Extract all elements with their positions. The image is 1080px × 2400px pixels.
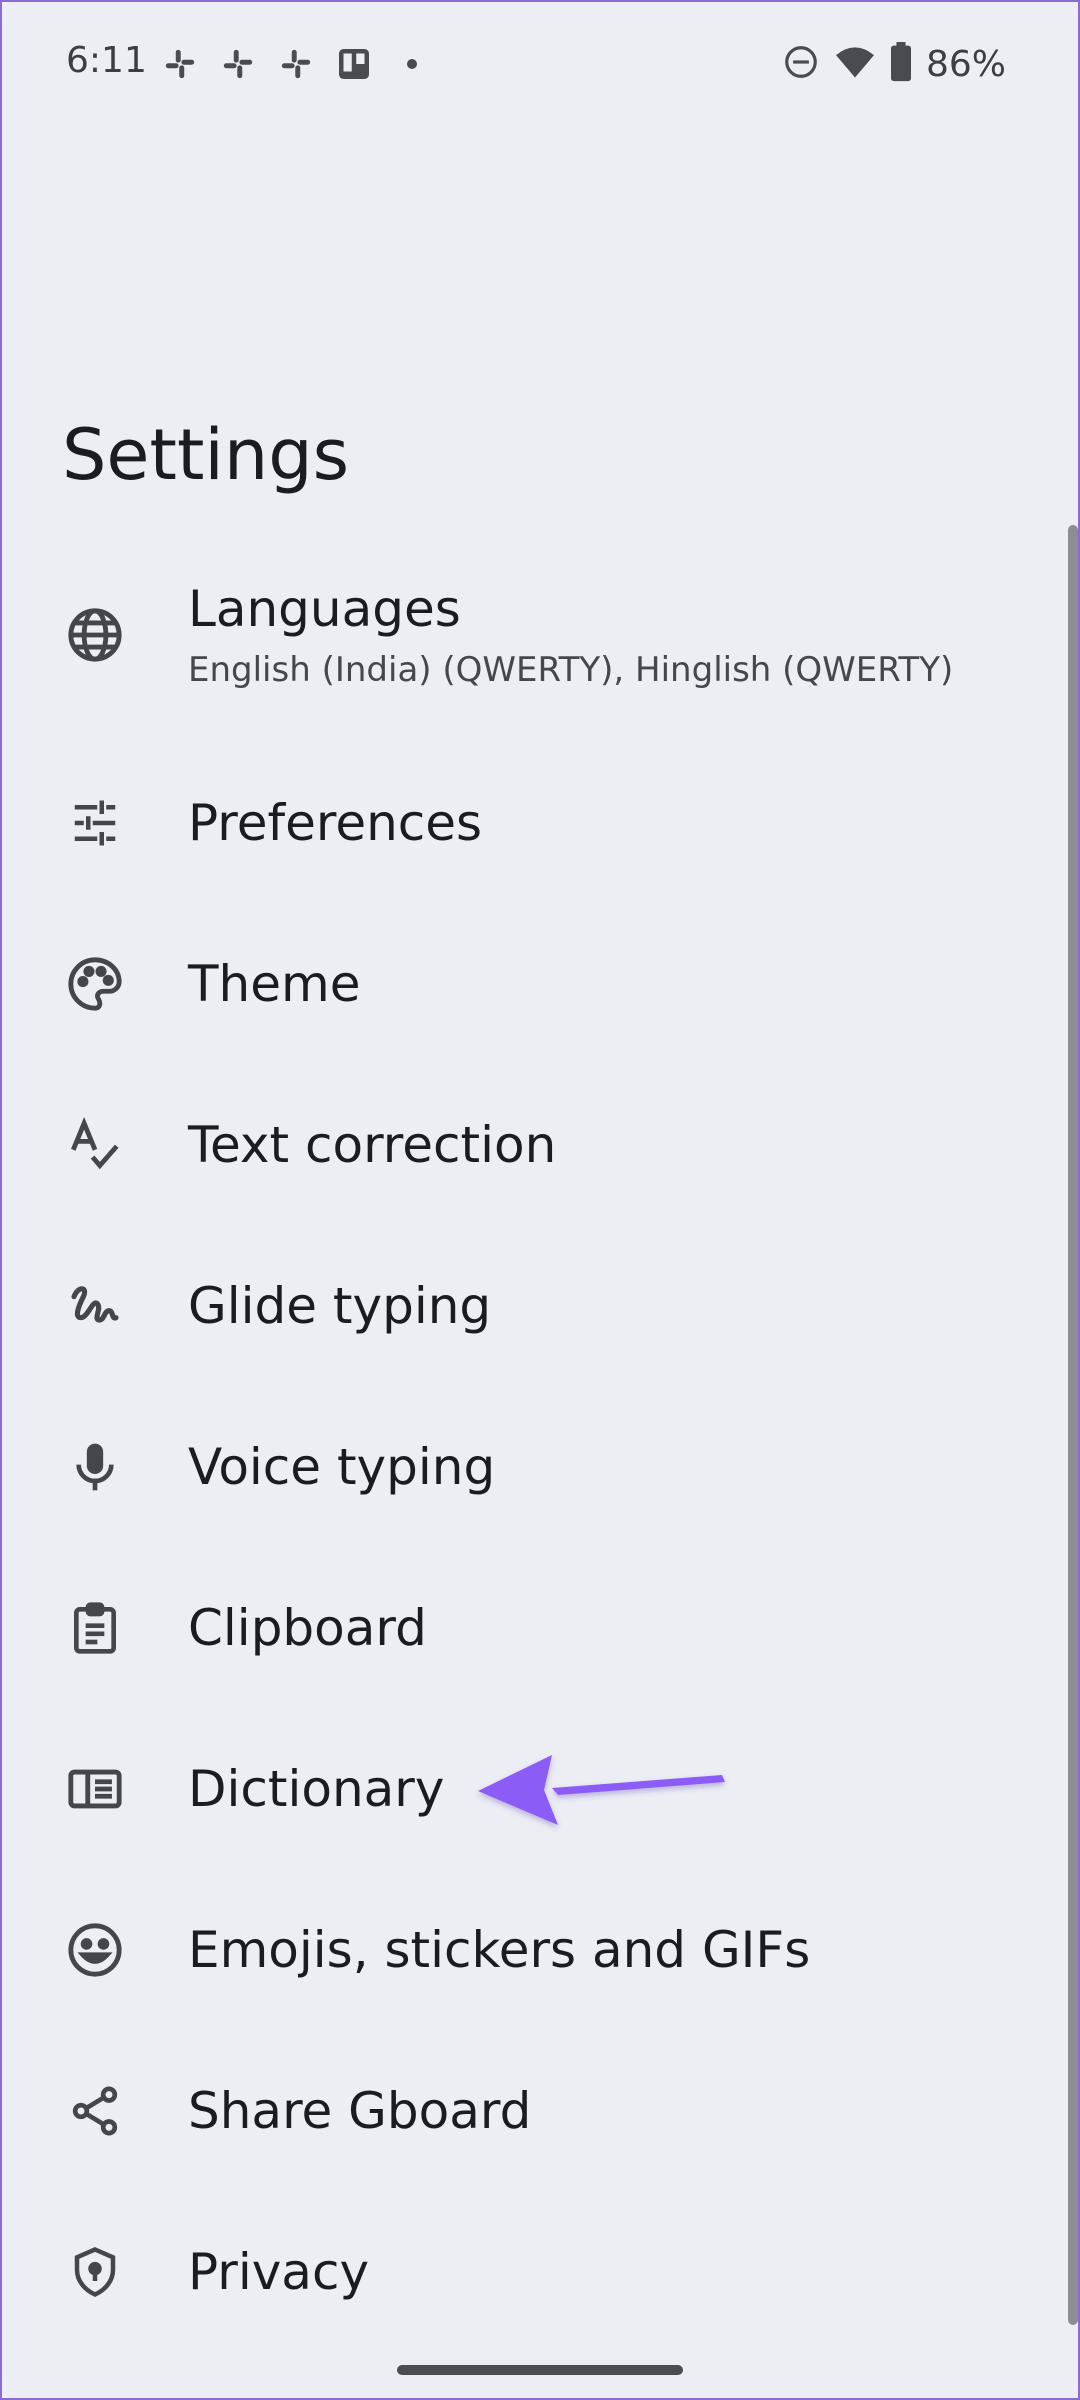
settings-item-title: Privacy [188,2243,370,2301]
settings-item-text: Text correction [188,1116,556,1174]
home-indicator[interactable] [397,2365,683,2375]
settings-item-text: Languages English (India) (QWERTY), Hing… [188,580,953,690]
notification-icons [160,44,432,84]
settings-item-text: Glide typing [188,1277,491,1335]
annotation-arrow [478,1755,725,1825]
status-bar: 6:11 86% [0,0,1080,128]
tune-icon [60,788,130,858]
battery-icon [890,42,912,86]
palette-icon [60,949,130,1019]
battery-percentage: 86% [925,43,1006,85]
spellcheck-icon [60,1110,130,1180]
settings-item-title: Emojis, stickers and GIFs [188,1921,811,1979]
gesture-icon [60,1271,130,1341]
notification-dot-icon [392,44,432,84]
slack-icon [160,44,200,84]
status-time: 6:11 [66,40,147,81]
settings-item-preferences[interactable]: Preferences [0,743,1060,903]
settings-item-privacy[interactable]: Privacy [0,2192,1060,2352]
settings-item-share-gboard[interactable]: Share Gboard [0,2031,1060,2191]
slack-icon [276,44,316,84]
settings-item-text: Voice typing [188,1438,495,1496]
mic-icon [60,1432,130,1502]
slack-icon [218,44,258,84]
settings-item-text-correction[interactable]: Text correction [0,1065,1060,1225]
settings-item-title: Preferences [188,794,483,852]
settings-item-text: Preferences [188,794,482,852]
page-title: Settings [62,414,350,496]
scrollbar[interactable] [1068,525,1078,2325]
settings-item-subtitle: English (India) (QWERTY), Hinglish (QWER… [188,650,954,690]
share-icon [60,2076,130,2146]
settings-item-clipboard[interactable]: Clipboard [0,1548,1060,1708]
settings-item-title: Voice typing [188,1438,496,1496]
clipboard-icon [60,1593,130,1663]
settings-item-title: Languages [188,580,461,638]
settings-item-title: Theme [188,955,361,1013]
settings-item-title: Text correction [188,1116,557,1174]
settings-item-title: Clipboard [188,1599,427,1657]
trello-icon [334,44,374,84]
settings-item-title: Dictionary [188,1760,445,1818]
settings-item-text: Dictionary [188,1760,444,1818]
settings-item-emojis[interactable]: Emojis, stickers and GIFs [0,1870,1060,2030]
globe-icon [60,600,130,670]
settings-item-title: Share Gboard [188,2082,532,2140]
settings-item-glide-typing[interactable]: Glide typing [0,1226,1060,1386]
settings-item-text: Emojis, stickers and GIFs [188,1921,810,1979]
settings-item-text: Share Gboard [188,2082,531,2140]
shield-icon [60,2237,130,2307]
emoji-icon [60,1915,130,1985]
wifi-icon [834,43,876,85]
dnd-icon [782,43,820,85]
settings-item-title: Glide typing [188,1277,492,1335]
dictionary-icon [60,1754,130,1824]
settings-item-languages[interactable]: Languages English (India) (QWERTY), Hing… [0,540,1060,730]
settings-item-text: Clipboard [188,1599,427,1657]
settings-item-voice-typing[interactable]: Voice typing [0,1387,1060,1547]
settings-item-theme[interactable]: Theme [0,904,1060,1064]
settings-item-text: Theme [188,955,360,1013]
system-icons: 86% [782,42,1006,86]
settings-item-text: Privacy [188,2243,369,2301]
